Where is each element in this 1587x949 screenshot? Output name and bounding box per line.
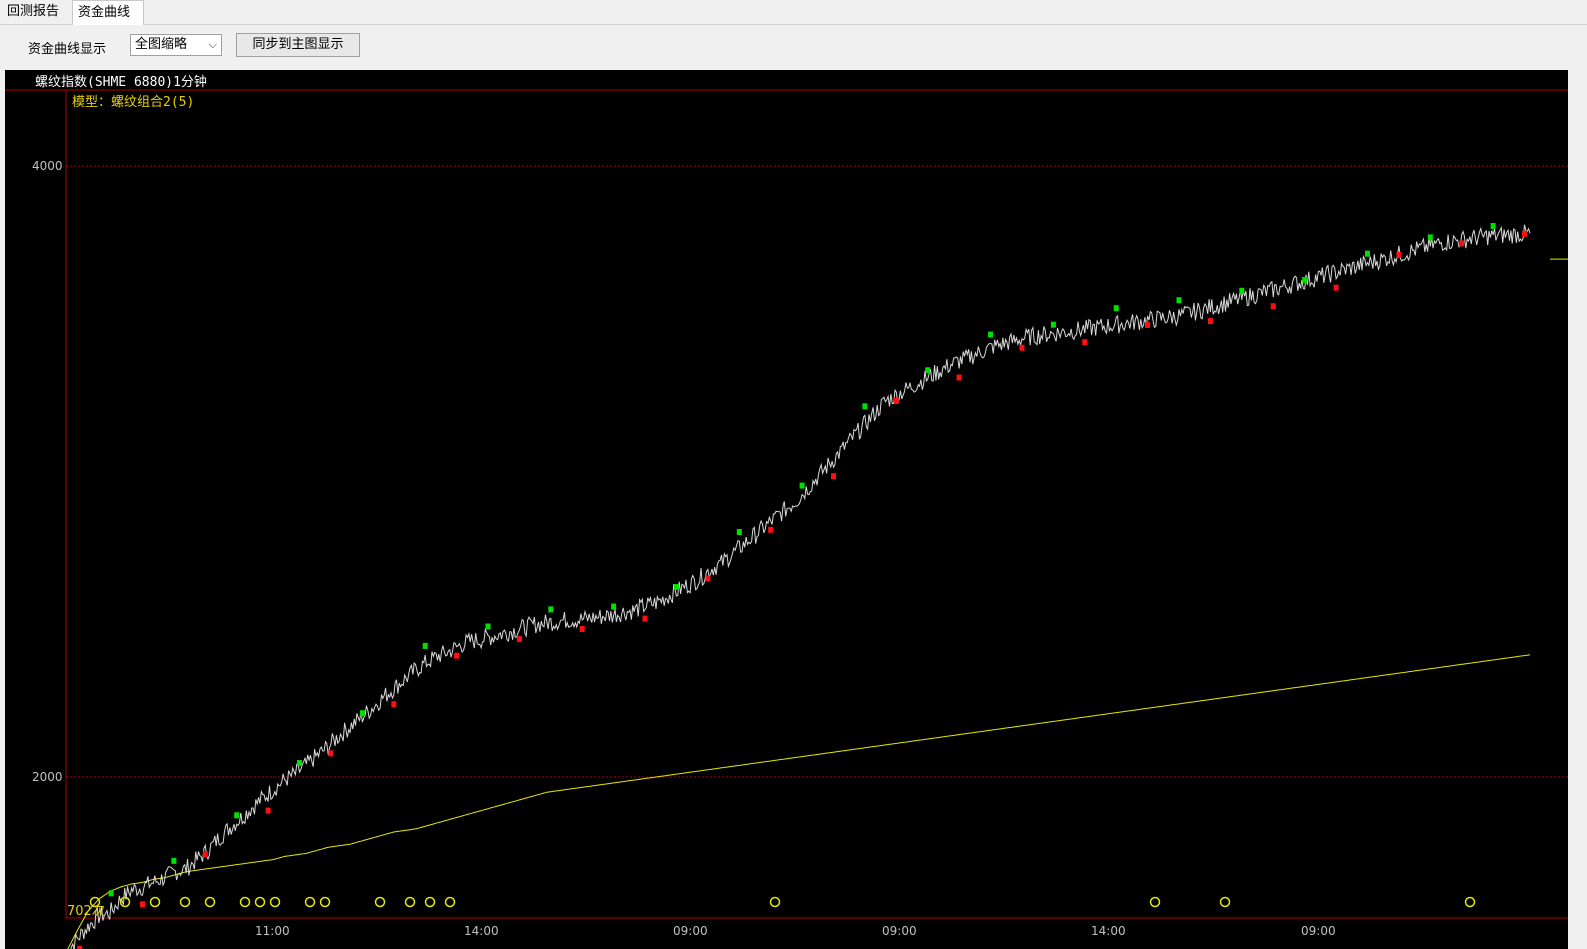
signal-circle bbox=[769, 896, 781, 908]
buy-marker bbox=[768, 526, 774, 533]
sell-marker bbox=[736, 529, 742, 535]
x-tick-label: 14:00 bbox=[464, 924, 499, 938]
sell-marker bbox=[234, 812, 240, 819]
signal-circle bbox=[254, 896, 266, 908]
signal-circle bbox=[1219, 896, 1231, 908]
display-mode-value: 全图缩略 bbox=[135, 37, 188, 52]
buy-marker bbox=[1333, 284, 1339, 291]
trade-count-label: 702次 bbox=[67, 904, 105, 919]
sell-marker bbox=[799, 482, 805, 489]
buy-marker bbox=[1396, 251, 1402, 258]
sell-marker bbox=[297, 760, 302, 767]
signal-circle bbox=[149, 896, 161, 908]
equity-curve-line bbox=[67, 654, 1531, 949]
signal-circle bbox=[1464, 896, 1476, 908]
buy-marker bbox=[1270, 303, 1276, 310]
x-tick-label: 14:00 bbox=[1091, 924, 1126, 938]
buy-marker bbox=[705, 575, 711, 582]
signal-circle bbox=[304, 896, 316, 908]
signal-circle bbox=[424, 896, 436, 908]
sell-marker bbox=[171, 857, 177, 864]
sell-marker bbox=[422, 642, 428, 649]
signal-circle bbox=[1149, 896, 1161, 908]
sell-marker bbox=[1365, 250, 1370, 257]
sell-marker bbox=[674, 584, 679, 590]
buy-marker bbox=[893, 398, 899, 404]
y-tick-label: 2000 bbox=[32, 770, 63, 784]
display-mode-label: 资金曲线显示 bbox=[28, 42, 107, 57]
buy-marker bbox=[265, 807, 271, 814]
chart-canvas bbox=[5, 89, 1568, 949]
buy-marker bbox=[202, 851, 208, 858]
signal-circle bbox=[204, 896, 216, 908]
x-tick-label: 09:00 bbox=[882, 924, 917, 938]
model-label: 模型：螺纹组合2(5) bbox=[72, 95, 195, 110]
chevron-down-icon: ⌵ bbox=[208, 38, 217, 51]
buy-marker bbox=[1082, 339, 1088, 346]
buy-marker bbox=[454, 652, 460, 659]
price-line bbox=[67, 224, 1531, 949]
buy-marker bbox=[956, 374, 962, 381]
sell-marker bbox=[359, 710, 365, 717]
sell-marker bbox=[1490, 223, 1496, 229]
buy-marker bbox=[642, 615, 648, 622]
sell-marker bbox=[925, 367, 931, 374]
chart-title: 螺纹指数(SHME 6880)1分钟 bbox=[35, 75, 207, 90]
buy-marker bbox=[391, 701, 397, 708]
sell-marker bbox=[1113, 305, 1119, 312]
tab-equity-curve[interactable]: 资金曲线 bbox=[72, 0, 144, 25]
sell-marker bbox=[611, 603, 617, 610]
buy-marker bbox=[140, 901, 145, 908]
signal-circle bbox=[269, 896, 281, 908]
equity-chart[interactable]: 螺纹指数(SHME 6880)1分钟 模型：螺纹组合2(5) 4000 2000… bbox=[5, 70, 1568, 949]
buy-marker bbox=[1522, 230, 1527, 237]
tab-bar: 回测报告 资金曲线 bbox=[0, 0, 1587, 25]
x-tick-label: 09:00 bbox=[1301, 924, 1336, 938]
signal-circle bbox=[179, 896, 191, 908]
toolbar: 资金曲线显示 全图缩略 ⌵ 同步到主图显示 bbox=[0, 25, 1587, 69]
signal-circle bbox=[119, 896, 131, 908]
buy-marker bbox=[1207, 318, 1213, 325]
sell-marker bbox=[1302, 276, 1308, 283]
display-mode-select[interactable]: 全图缩略 ⌵ bbox=[130, 34, 222, 56]
signal-circle bbox=[319, 896, 331, 908]
signal-circle bbox=[404, 896, 416, 908]
sell-marker bbox=[1050, 321, 1056, 328]
sell-marker bbox=[108, 890, 114, 897]
buy-marker bbox=[1019, 344, 1025, 351]
y-tick-label: 4000 bbox=[32, 159, 63, 173]
tab-backtest-report[interactable]: 回测报告 bbox=[2, 0, 72, 24]
buy-marker bbox=[579, 626, 585, 632]
sell-marker bbox=[1176, 297, 1182, 304]
sync-to-main-chart-button[interactable]: 同步到主图显示 bbox=[236, 33, 360, 57]
sell-marker bbox=[485, 623, 491, 630]
sell-marker bbox=[548, 606, 554, 613]
signal-circle bbox=[444, 896, 456, 908]
buy-marker bbox=[516, 636, 522, 643]
buy-marker bbox=[1145, 321, 1151, 328]
buy-marker bbox=[1459, 240, 1465, 247]
x-tick-label: 11:00 bbox=[255, 924, 290, 938]
buy-marker bbox=[328, 750, 334, 757]
signal-circle bbox=[239, 896, 251, 908]
sell-marker bbox=[1427, 234, 1433, 241]
x-tick-label: 09:00 bbox=[673, 924, 708, 938]
sell-marker bbox=[988, 331, 994, 338]
sell-marker bbox=[1239, 287, 1245, 294]
buy-marker bbox=[831, 473, 836, 480]
sell-marker bbox=[862, 403, 868, 410]
signal-circle bbox=[374, 896, 386, 908]
